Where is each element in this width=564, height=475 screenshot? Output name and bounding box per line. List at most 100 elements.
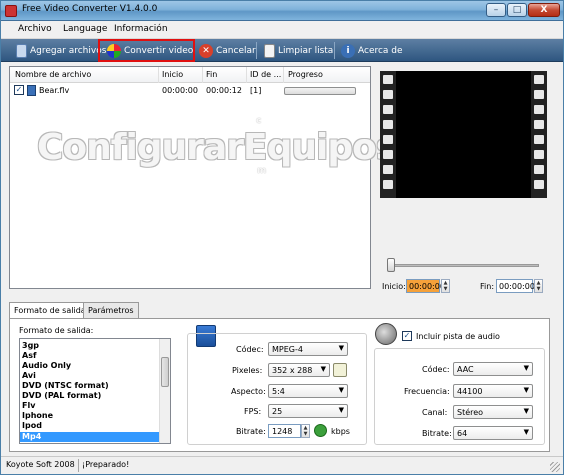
table-row[interactable]: ✓ Bear.flv 00:00:00 00:00:12 [1] — [10, 84, 370, 98]
convert-highlight — [98, 39, 195, 62]
status-company: Koyote Soft 2008 — [6, 460, 75, 469]
column-divider — [246, 67, 247, 83]
seek-slider-thumb[interactable] — [387, 258, 395, 272]
pixels-select[interactable]: 352 x 288 ▼ — [268, 363, 330, 377]
row-start: 00:00:00 — [162, 86, 198, 95]
column-divider — [158, 67, 159, 83]
fps-select[interactable]: 25 ▼ — [268, 404, 348, 418]
audio-codec-select[interactable]: AAC ▼ — [453, 362, 533, 376]
chevron-down-icon: ▼ — [523, 386, 529, 394]
include-audio-checkbox[interactable]: ✓ — [402, 331, 412, 341]
aspect-select[interactable]: 5:4 ▼ — [268, 384, 348, 398]
info-icon: i — [341, 43, 355, 58]
audio-codec-label: Códec: — [422, 365, 450, 374]
include-audio-label: Incluir pista de audio — [416, 332, 500, 341]
row-checkbox[interactable]: ✓ — [14, 85, 24, 95]
format-list[interactable]: 3gp Asf Audio Only Avi DVD (NTSC format)… — [19, 338, 171, 444]
end-time-input[interactable]: 00:00:00 — [496, 279, 535, 293]
list-item[interactable]: Ipod — [22, 421, 159, 431]
film-strip-right — [531, 71, 547, 198]
audio-bitrate-label: Bitrate: — [422, 429, 452, 438]
cancel-button[interactable]: ✕ Cancelar — [199, 42, 256, 59]
tab-output-format[interactable]: Formato de salida — [9, 302, 91, 319]
list-item-selected[interactable]: Mp4 — [20, 432, 160, 442]
edit-size-icon[interactable] — [333, 363, 347, 377]
cancel-icon: ✕ — [199, 43, 213, 58]
list-item[interactable]: Iphone — [22, 411, 159, 421]
watermark-small: m — [257, 166, 267, 176]
clear-list-button[interactable]: Limpiar lista — [264, 42, 333, 59]
maximize-button[interactable]: □ — [507, 3, 527, 17]
seek-slider-track[interactable] — [391, 264, 539, 267]
menu-language[interactable]: Language — [63, 24, 107, 34]
clear-list-label: Limpiar lista — [278, 45, 334, 56]
fps-label: FPS: — [244, 407, 262, 416]
scrollbar-thumb[interactable] — [161, 357, 169, 387]
chevron-down-icon: ▼ — [523, 428, 529, 436]
video-bitrate-input[interactable]: 1248 — [268, 424, 301, 438]
channel-select[interactable]: Stéreo ▼ — [453, 405, 533, 419]
chevron-down-icon: ▼ — [338, 386, 344, 394]
column-start[interactable]: Inicio — [162, 70, 183, 79]
row-filename: Bear.flv — [39, 86, 70, 95]
start-time-input[interactable]: 00:00:00 — [406, 279, 445, 293]
aspect-label: Aspecto: — [231, 387, 266, 396]
menu-archivo[interactable]: Archivo — [18, 24, 52, 34]
column-divider — [283, 67, 284, 83]
watermark: ConfigurarEquipos — [37, 127, 397, 168]
resize-grip[interactable] — [550, 462, 560, 472]
add-files-button[interactable]: Agregar archivos — [16, 42, 106, 59]
list-item[interactable]: DVD (PAL format) — [22, 391, 159, 401]
status-bar: Koyote Soft 2008 ¡Preparado! — [1, 456, 563, 474]
row-id: [1] — [250, 86, 262, 95]
start-time-label: Inicio: — [382, 282, 406, 291]
list-item[interactable]: 3gp — [22, 341, 159, 351]
end-time-label: Fin: — [480, 282, 495, 291]
cancel-label: Cancelar — [216, 45, 256, 56]
video-preview — [380, 71, 547, 198]
list-item[interactable]: Avi — [22, 371, 159, 381]
chevron-down-icon: ▼ — [523, 364, 529, 372]
clear-list-icon — [264, 43, 275, 58]
menu-bar: Archivo Language Información — [1, 21, 563, 39]
column-end[interactable]: Fin — [206, 70, 217, 79]
toolbar-separator — [334, 42, 335, 59]
app-icon — [5, 5, 17, 17]
column-progress[interactable]: Progreso — [288, 70, 323, 79]
column-id[interactable]: ID de ... — [250, 70, 281, 79]
video-codec-select[interactable]: MPEG-4 ▼ — [268, 342, 348, 356]
list-item[interactable]: Flv — [22, 401, 159, 411]
video-file-icon — [27, 85, 36, 96]
start-time-spinner[interactable]: ▲ ▼ — [441, 279, 450, 293]
row-end: 00:00:12 — [206, 86, 242, 95]
video-bitrate-spinner[interactable]: ▲ ▼ — [301, 424, 310, 438]
video-codec-label: Códec: — [236, 345, 264, 354]
tab-parameters[interactable]: Parámetros — [83, 302, 139, 318]
end-time-spinner[interactable]: ▲ ▼ — [534, 279, 543, 293]
frequency-select[interactable]: 44100 ▼ — [453, 384, 533, 398]
add-files-icon — [16, 43, 27, 58]
list-item[interactable]: Audio Only — [22, 361, 159, 371]
app-window: Free Video Converter V1.4.0.0 – □ X Arch… — [0, 0, 564, 475]
about-button[interactable]: i Acerca de — [341, 42, 403, 59]
row-progress-bar — [284, 87, 356, 95]
close-button[interactable]: X — [528, 3, 560, 17]
menu-informacion[interactable]: Información — [114, 24, 168, 34]
column-filename[interactable]: Nombre de archivo — [15, 70, 91, 79]
list-item[interactable]: Asf — [22, 351, 159, 361]
frequency-label: Frecuencia: — [404, 387, 450, 396]
column-divider — [202, 67, 203, 83]
channel-label: Canal: — [422, 408, 448, 417]
film-strip-left — [380, 71, 396, 198]
format-list-scrollbar[interactable] — [159, 339, 170, 443]
watermark-small: c — [256, 116, 262, 126]
toolbar: Agregar archivos Convertir video ✕ Cance… — [1, 39, 563, 62]
video-bitrate-unit: kbps — [331, 427, 350, 436]
file-list[interactable]: Nombre de archivo Inicio Fin ID de ... P… — [9, 66, 371, 289]
list-item[interactable]: DVD (NTSC format) — [22, 381, 159, 391]
window-title: Free Video Converter V1.4.0.0 — [22, 4, 158, 14]
minimize-button[interactable]: – — [486, 3, 506, 17]
refresh-icon[interactable] — [314, 424, 327, 437]
audio-bitrate-select[interactable]: 64 ▼ — [453, 426, 533, 440]
toolbar-separator — [256, 42, 257, 59]
